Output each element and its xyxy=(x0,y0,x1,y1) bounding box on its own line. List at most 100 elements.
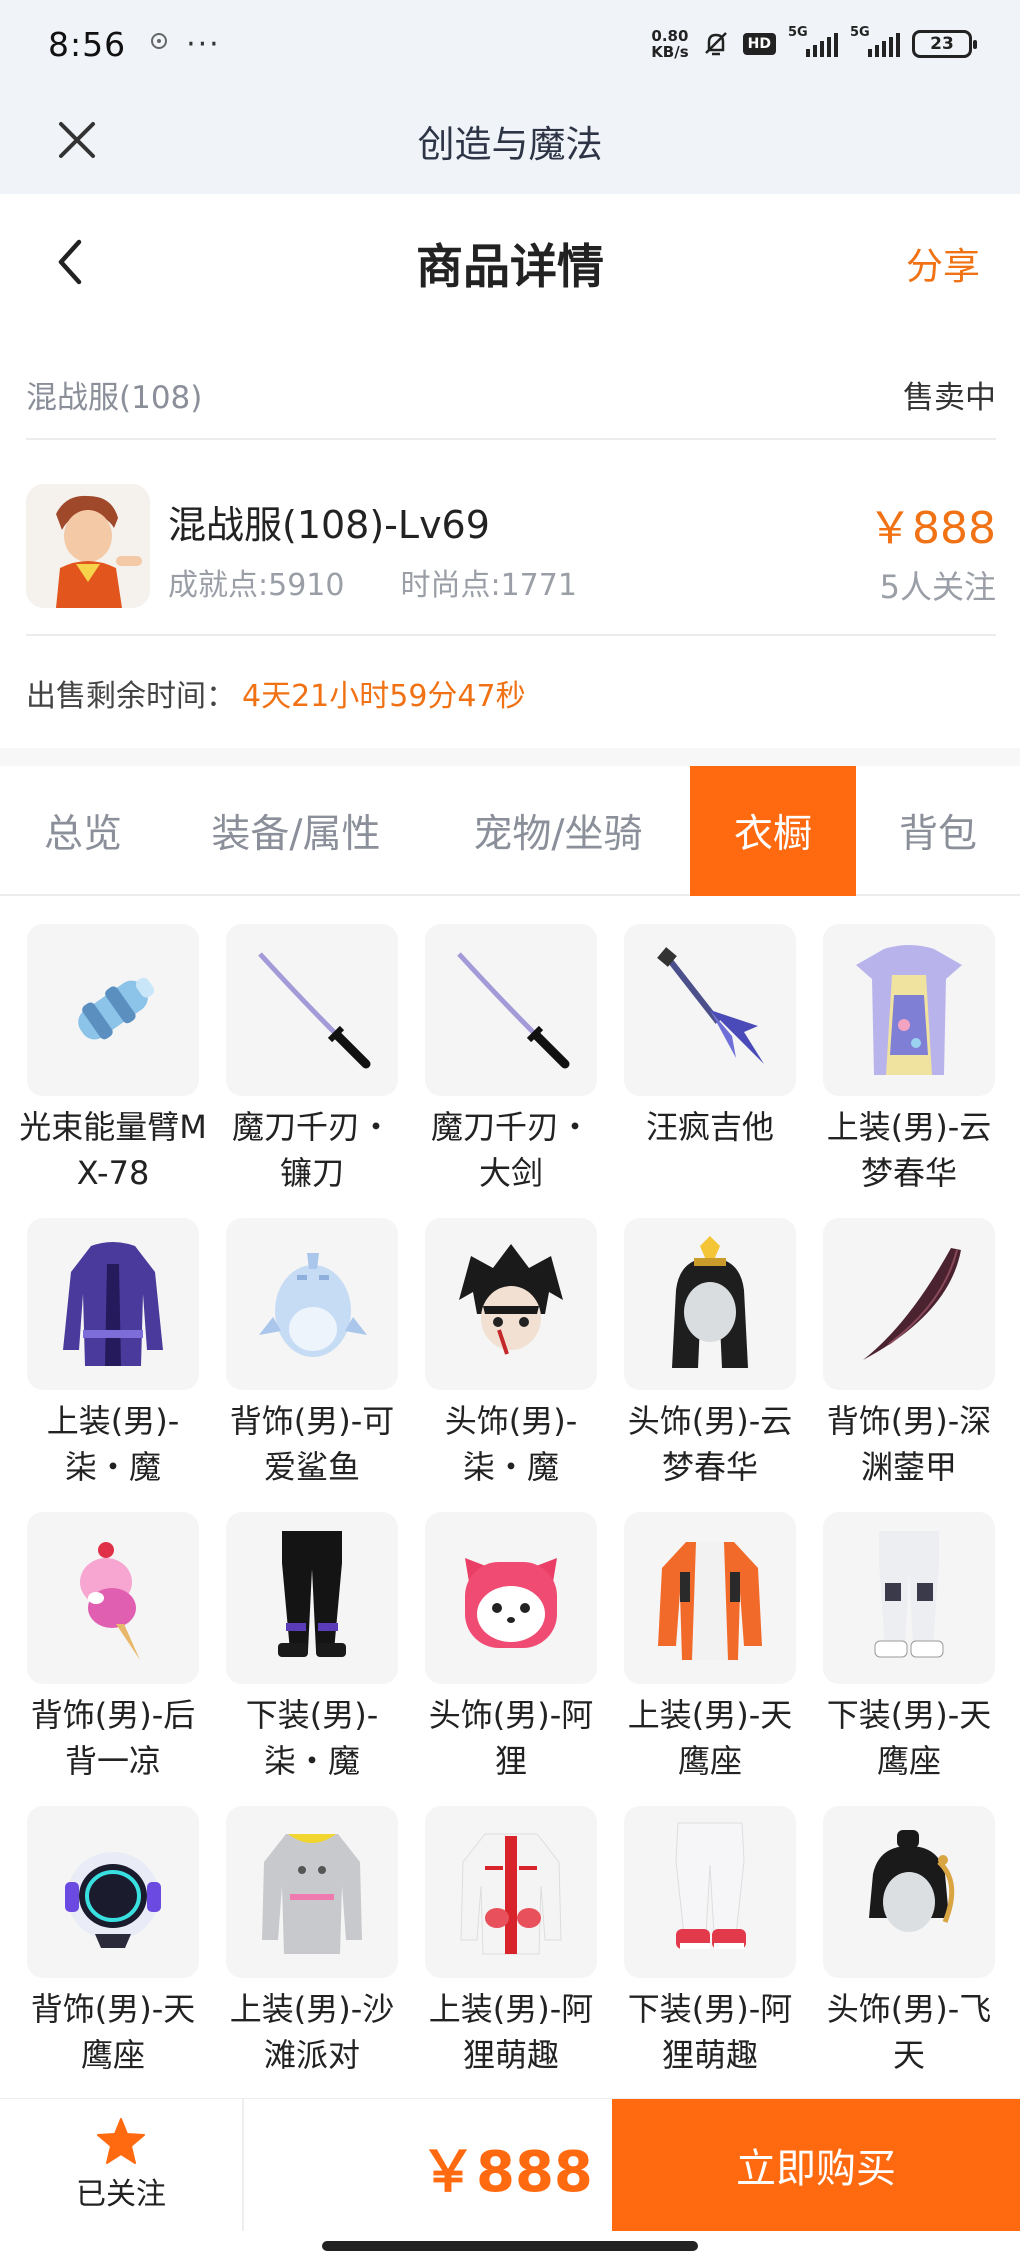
item-name: 背饰(男)-天鹰座 xyxy=(30,1990,196,2074)
home-indicator[interactable] xyxy=(322,2241,698,2251)
wardrobe-item[interactable]: 上装(男)-沙滩派对 xyxy=(225,1806,399,2100)
page-header: 商品详情 分享 xyxy=(0,194,1020,330)
wardrobe-grid: 光束能量臂MX-78 魔刀千刃・镰刀 魔刀千刃・大剑 汪疯吉他 上装(男)-云梦… xyxy=(19,924,996,2100)
status-time: 8:56 xyxy=(48,24,127,64)
server-row: 混战服(108) 售卖中 xyxy=(26,350,996,440)
item-name: 下装(男)-天鹰座 xyxy=(826,1696,992,1780)
wardrobe-item[interactable]: 头饰(男)-云梦春华 xyxy=(623,1218,797,1512)
section-divider xyxy=(0,748,1020,766)
katana-icon xyxy=(226,924,398,1096)
wardrobe-item[interactable]: 上装(男)-云梦春华 xyxy=(822,924,996,1218)
buy-now-button[interactable]: 立即购买 xyxy=(612,2099,1020,2231)
item-name: 下装(男)-柒・魔 xyxy=(245,1696,379,1780)
item-name: 魔刀千刃・镰刀 xyxy=(231,1108,392,1192)
coat-icon xyxy=(27,1218,199,1390)
notification-icon xyxy=(148,30,170,58)
remaining-time-value: 4天21小时59分47秒 xyxy=(242,679,526,714)
pants-icon xyxy=(624,1806,796,1978)
signal-label: 5G xyxy=(788,25,808,40)
character-avatar xyxy=(26,484,150,608)
detail-tabs: 总览 装备/属性 宠物/坐骑 衣橱 背包 xyxy=(0,766,1020,896)
item-name: 光束能量臂MX-78 xyxy=(19,1108,207,1192)
follower-count: 5人关注 xyxy=(879,568,996,606)
server-name: 混战服(108) xyxy=(26,379,203,416)
wardrobe-item[interactable]: 头饰(男)-柒・魔 xyxy=(424,1218,598,1512)
tab-equipment[interactable]: 装备/属性 xyxy=(166,766,426,896)
item-name: 背饰(男)-可爱鲨鱼 xyxy=(229,1402,395,1486)
tab-backpack[interactable]: 背包 xyxy=(856,766,1020,896)
item-name: 魔刀千刃・大剑 xyxy=(430,1108,591,1192)
wardrobe-item[interactable]: 背饰(男)-可爱鲨鱼 xyxy=(225,1218,399,1512)
tab-pets[interactable]: 宠物/坐骑 xyxy=(426,766,690,896)
wardrobe-item[interactable]: 上装(男)-柒・魔 xyxy=(26,1218,200,1512)
item-name: 下装(男)-阿狸萌趣 xyxy=(627,1990,793,2074)
item-name: 头饰(男)-云梦春华 xyxy=(627,1402,793,1486)
item-name: 上装(男)-沙滩派对 xyxy=(229,1990,395,2074)
fashion-points: 时尚点:1771 xyxy=(400,568,577,603)
status-bar: 8:56 ··· 0.80 KB/s HD 5G 5G 23 xyxy=(0,0,1020,88)
product-name: 混战服(108)-Lv69 xyxy=(168,503,490,547)
wardrobe-item[interactable]: 上装(男)-天鹰座 xyxy=(623,1512,797,1806)
wardrobe-item[interactable]: 头饰(男)-阿狸 xyxy=(424,1512,598,1806)
remaining-time: 出售剩余时间： 4天21小时59分47秒 xyxy=(26,660,526,726)
close-icon[interactable] xyxy=(52,110,102,170)
signal-icon-2: 5G xyxy=(850,25,900,57)
wardrobe-item[interactable]: 下装(男)-天鹰座 xyxy=(822,1512,996,1806)
wardrobe-item[interactable]: 下装(男)-阿狸萌趣 xyxy=(623,1806,797,2100)
pants-icon xyxy=(226,1512,398,1684)
network-speed-value: 0.80 xyxy=(651,27,689,45)
fox-icon xyxy=(425,1512,597,1684)
wardrobe-item[interactable]: 下装(男)-柒・魔 xyxy=(225,1512,399,1806)
item-name: 背饰(男)-后背一凉 xyxy=(30,1696,196,1780)
wardrobe-item[interactable]: 魔刀千刃・镰刀 xyxy=(225,924,399,1218)
device-icon xyxy=(27,1806,199,1978)
jacket-icon xyxy=(624,1512,796,1684)
product-summary: 混战服(108)-Lv69 成就点:5910 时尚点:1771 ￥888 5人关… xyxy=(26,454,996,636)
remaining-time-label: 出售剩余时间： xyxy=(26,679,236,714)
star-icon xyxy=(97,2118,145,2164)
share-button[interactable]: 分享 xyxy=(906,236,980,290)
headdress-icon xyxy=(823,1806,995,1978)
network-speed-unit: KB/s xyxy=(651,43,689,61)
wardrobe-item[interactable]: 上装(男)-阿狸萌趣 xyxy=(424,1806,598,2100)
hair-icon xyxy=(425,1218,597,1390)
tab-overview[interactable]: 总览 xyxy=(0,766,166,896)
blade-icon xyxy=(823,1218,995,1390)
katana-icon xyxy=(425,924,597,1096)
page-title: 商品详情 xyxy=(416,239,604,295)
follow-button[interactable]: 已关注 xyxy=(0,2099,244,2231)
item-name: 上装(男)-天鹰座 xyxy=(627,1696,793,1780)
hd-voice-icon: HD xyxy=(742,33,776,55)
back-icon[interactable] xyxy=(40,230,100,294)
wardrobe-item[interactable]: 背饰(男)-天鹰座 xyxy=(26,1806,200,2100)
wardrobe-item[interactable]: 头饰(男)-飞天 xyxy=(822,1806,996,2100)
achievement-points: 成就点:5910 xyxy=(168,568,345,603)
app-bar: 创造与魔法 xyxy=(0,88,1020,194)
bottom-action-bar: 已关注 ￥888 立即购买 xyxy=(0,2098,1020,2231)
tab-wardrobe[interactable]: 衣橱 xyxy=(690,766,856,896)
wardrobe-item[interactable]: 魔刀千刃・大剑 xyxy=(424,924,598,1218)
jacket-icon xyxy=(425,1806,597,1978)
sale-status: 售卖中 xyxy=(903,379,996,416)
signal-label-2: 5G xyxy=(850,25,870,40)
guitar-icon xyxy=(624,924,796,1096)
wardrobe-item[interactable]: 背饰(男)-后背一凉 xyxy=(26,1512,200,1806)
product-stats: 成就点:5910 时尚点:1771 xyxy=(168,560,577,604)
more-notifications-icon: ··· xyxy=(186,26,221,62)
item-name: 上装(男)-云梦春华 xyxy=(826,1108,992,1192)
mute-icon xyxy=(701,29,731,59)
item-name: 背饰(男)-深渊蓥甲 xyxy=(826,1402,992,1486)
battery-icon: 23 xyxy=(912,30,977,58)
pants-icon xyxy=(823,1512,995,1684)
headdress-icon xyxy=(624,1218,796,1390)
wardrobe-item[interactable]: 汪疯吉他 xyxy=(623,924,797,1218)
item-name: 汪疯吉他 xyxy=(645,1108,774,1146)
network-speed: 0.80 KB/s xyxy=(651,28,688,60)
wardrobe-item[interactable]: 光束能量臂MX-78 xyxy=(19,924,207,1218)
wardrobe-item[interactable]: 背饰(男)-深渊蓥甲 xyxy=(822,1218,996,1512)
signal-icon: 5G xyxy=(788,25,838,57)
bottom-price: ￥888 xyxy=(420,2140,593,2205)
item-name: 头饰(男)-柒・魔 xyxy=(444,1402,578,1486)
shark-icon xyxy=(226,1218,398,1390)
robe-icon xyxy=(823,924,995,1096)
